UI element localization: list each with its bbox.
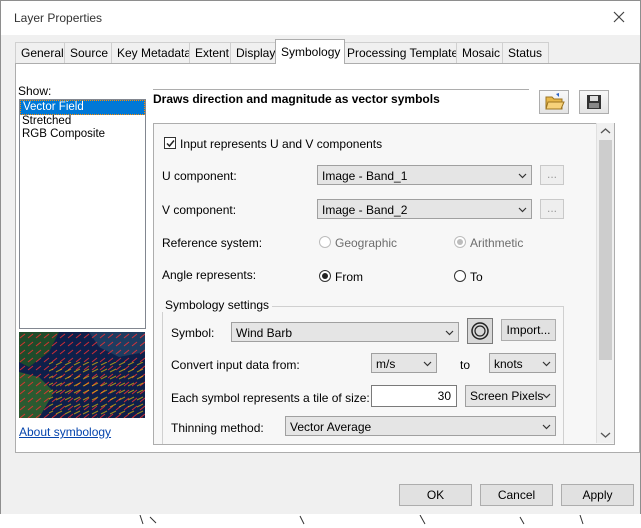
check-icon <box>166 140 175 148</box>
reference-system-label: Reference system: <box>162 236 263 250</box>
u-component-browse-button[interactable]: ... <box>540 165 564 185</box>
save-symbology-button[interactable] <box>579 90 609 114</box>
chevron-down-icon <box>423 361 432 367</box>
show-list[interactable]: Vector Field Stretched RGB Composite <box>19 99 146 329</box>
scroll-up-icon[interactable] <box>597 125 614 137</box>
chevron-down-icon <box>518 207 527 213</box>
open-symbology-button[interactable] <box>539 90 569 114</box>
title-bar: Layer Properties <box>1 1 640 35</box>
close-icon[interactable] <box>608 6 630 28</box>
v-component-browse-button[interactable]: ... <box>540 199 564 219</box>
tab-key-metadata[interactable]: Key Metadata <box>111 42 191 63</box>
angle-from-label: From <box>335 270 363 284</box>
circle-symbol-icon <box>471 322 489 340</box>
angle-represents-label: Angle represents: <box>162 268 257 282</box>
symbol-select[interactable]: Wind Barb <box>231 322 459 342</box>
u-component-select[interactable]: Image - Band_1 <box>317 165 532 185</box>
to-unit-select[interactable]: knots <box>489 353 556 373</box>
symbol-label: Symbol: <box>171 326 215 340</box>
tab-processing-templates[interactable]: Processing Templates <box>341 42 464 63</box>
symbology-settings-label: Symbology settings <box>162 298 273 312</box>
window-title: Layer Properties <box>14 11 103 25</box>
about-symbology-link[interactable]: About symbology <box>19 425 111 439</box>
tab-symbology[interactable]: Symbology <box>275 39 345 64</box>
tile-size-input[interactable]: 30 <box>371 385 457 407</box>
cancel-button[interactable]: Cancel <box>480 484 553 506</box>
ok-button[interactable]: OK <box>399 484 472 506</box>
list-item[interactable]: Vector Field <box>20 100 145 115</box>
tab-status[interactable]: Status <box>502 42 549 63</box>
geographic-label: Geographic <box>335 236 398 250</box>
v-component-label: V component: <box>162 203 237 217</box>
tab-extent[interactable]: Extent <box>189 42 233 63</box>
layer-properties-dialog: Layer Properties General Source Key Meta… <box>0 0 641 515</box>
v-component-select[interactable]: Image - Band_2 <box>317 199 532 219</box>
tab-source[interactable]: Source <box>64 42 114 63</box>
symbology-pane: Show: Vector Field Stretched RGB Composi… <box>15 63 640 453</box>
arithmetic-label: Arithmetic <box>470 236 524 250</box>
from-unit-select[interactable]: m/s <box>371 353 437 373</box>
chevron-down-icon <box>518 173 527 179</box>
tile-unit-select[interactable]: Screen Pixels <box>465 385 556 407</box>
uv-components-checkbox[interactable] <box>164 137 176 149</box>
list-item[interactable]: Stretched <box>20 115 145 128</box>
u-component-label: U component: <box>162 169 237 183</box>
list-item[interactable]: RGB Composite <box>20 128 145 141</box>
settings-scrollbar[interactable] <box>596 123 614 443</box>
scroll-down-icon[interactable] <box>597 429 614 441</box>
uv-components-label: Input represents U and V components <box>180 137 383 151</box>
chevron-down-icon <box>542 393 551 399</box>
symbol-style-button[interactable] <box>467 318 493 344</box>
folder-open-icon <box>545 93 565 110</box>
tab-mosaic[interactable]: Mosaic <box>456 42 504 63</box>
tile-size-label: Each symbol represents a tile of size: <box>171 391 370 405</box>
apply-button[interactable]: Apply <box>561 484 634 506</box>
save-icon <box>587 95 601 109</box>
thinning-method-label: Thinning method: <box>171 421 264 435</box>
background-map-strip <box>0 514 641 525</box>
chevron-down-icon <box>542 361 551 367</box>
chevron-down-icon <box>445 330 454 336</box>
to-label: to <box>460 358 471 372</box>
scroll-thumb[interactable] <box>599 140 612 360</box>
tab-general[interactable]: General <box>15 42 65 63</box>
renderer-description: Draws direction and magnitude as vector … <box>153 89 529 120</box>
angle-to-radio[interactable] <box>454 270 466 282</box>
show-label: Show: <box>18 84 52 98</box>
tab-display[interactable]: Display <box>230 42 280 63</box>
thinning-method-select[interactable]: Vector Average <box>285 416 556 436</box>
geographic-radio[interactable] <box>319 236 331 248</box>
symbology-preview-image <box>19 332 145 418</box>
import-button[interactable]: Import... <box>501 319 556 341</box>
angle-to-label: To <box>470 270 483 284</box>
vector-field-settings-panel: Input represents U and V components U co… <box>153 123 615 445</box>
convert-input-label: Convert input data from: <box>171 358 300 372</box>
arithmetic-radio[interactable] <box>454 236 466 248</box>
chevron-down-icon <box>542 424 551 430</box>
angle-from-radio[interactable] <box>319 270 331 282</box>
